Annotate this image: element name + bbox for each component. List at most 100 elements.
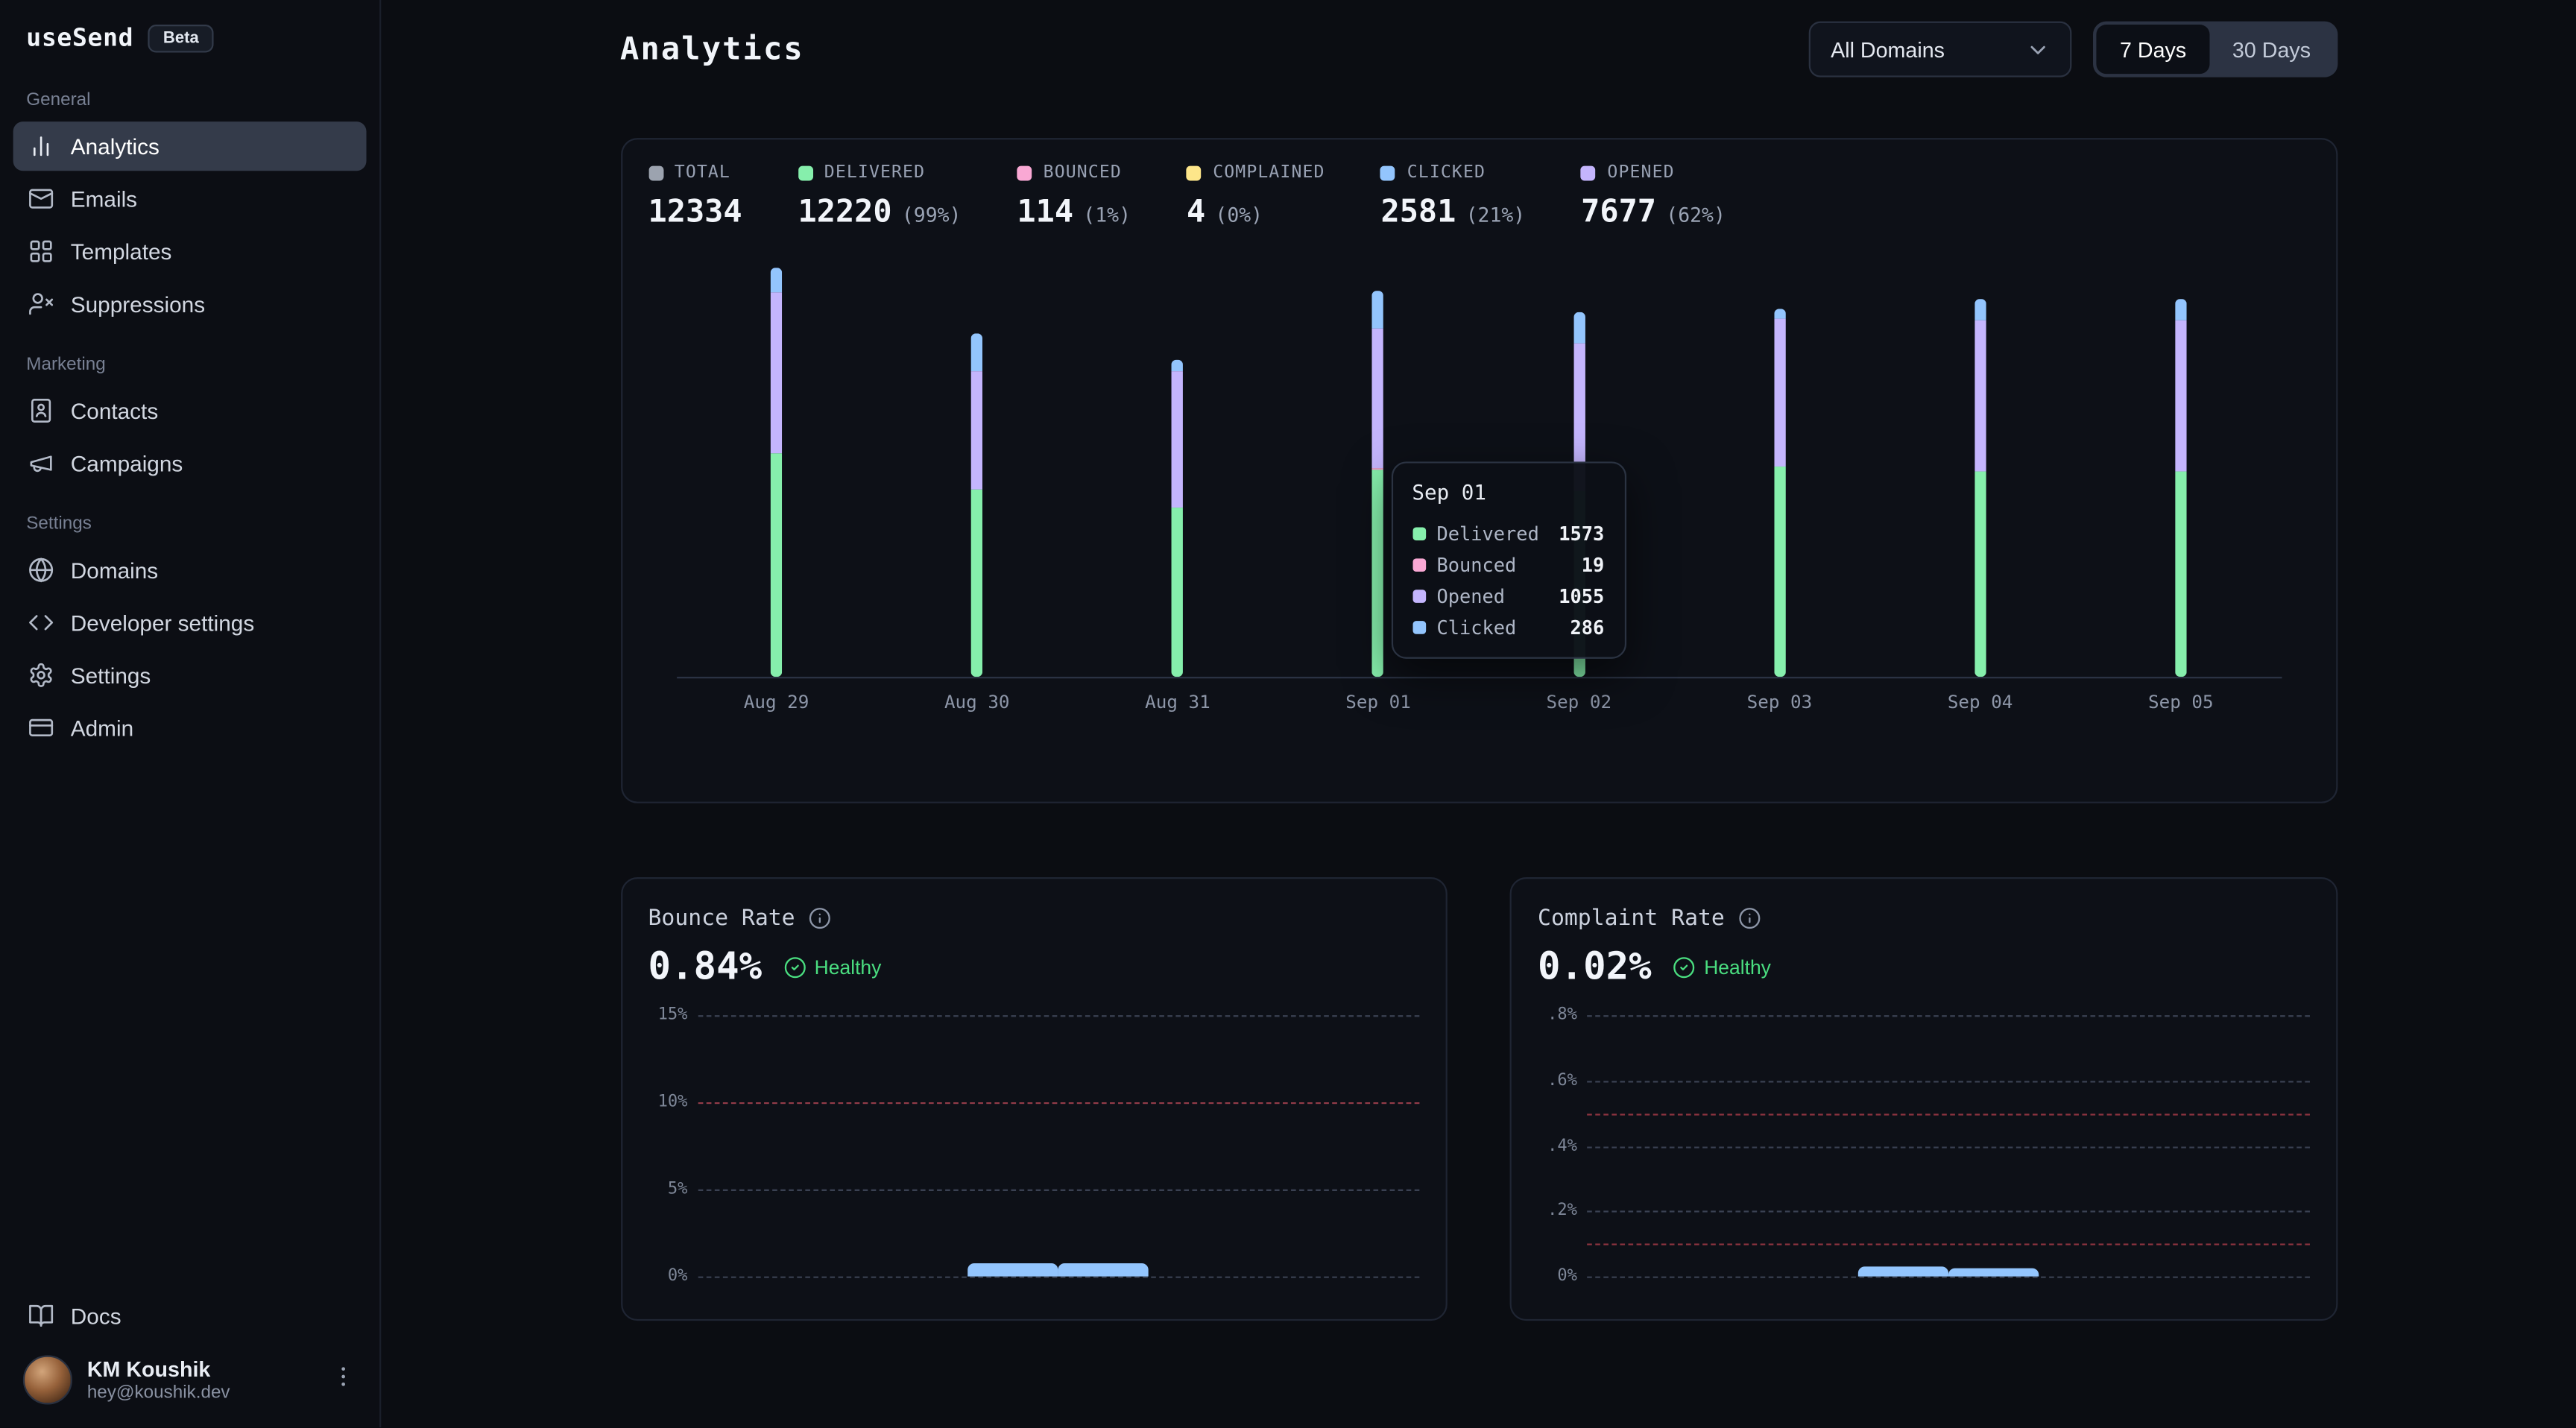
rate-bars xyxy=(698,1015,1420,1276)
tooltip-row: Opened1055 xyxy=(1412,580,1604,611)
y-tick-label: 0% xyxy=(648,1267,688,1285)
rate-bar-sep-01[interactable] xyxy=(1857,1266,1948,1276)
sidebar-item-docs[interactable]: Docs xyxy=(13,1291,367,1340)
stat-opened: OPENED7677(62%) xyxy=(1581,162,1726,230)
rate-slot xyxy=(1948,1269,2039,1277)
tooltip-row: Bounced19 xyxy=(1412,549,1604,580)
contact-book-icon xyxy=(28,397,54,423)
sidebar-item-contacts[interactable]: Contacts xyxy=(13,386,367,435)
email-volume-card: TOTAL12334DELIVERED12220(99%)BOUNCED114(… xyxy=(620,138,2337,803)
sidebar-spacer xyxy=(13,754,367,1290)
sidebar-item-settings[interactable]: Settings xyxy=(13,651,367,700)
sidebar-item-developer-settings[interactable]: Developer settings xyxy=(13,598,367,647)
chart-column-aug-30[interactable] xyxy=(877,259,1077,677)
x-axis-label: Sep 03 xyxy=(1679,678,1880,713)
y-tick-label: 0% xyxy=(1538,1267,1577,1285)
sidebar-item-domains[interactable]: Domains xyxy=(13,546,367,595)
segment-clicked xyxy=(1573,313,1585,344)
sidebar-item-label: Developer settings xyxy=(71,610,254,635)
tooltip-swatch xyxy=(1412,589,1425,602)
sidebar-item-admin[interactable]: Admin xyxy=(13,703,367,752)
chart-column-sep-03[interactable] xyxy=(1679,259,1880,677)
range-30-days-button[interactable]: 30 Days xyxy=(2209,25,2334,74)
sidebar-item-emails[interactable]: Emails xyxy=(13,174,367,224)
y-tick-label: .6% xyxy=(1538,1072,1577,1090)
user-name: KM Koushik xyxy=(87,1357,230,1382)
x-axis-label: Sep 05 xyxy=(2080,678,2281,713)
x-axis-label: Sep 02 xyxy=(1479,678,1679,713)
book-open-icon xyxy=(28,1303,54,1329)
y-tick-label: .4% xyxy=(1538,1137,1577,1154)
stacked-bar xyxy=(1774,309,1785,677)
header-controls: All Domains 7 Days 30 Days xyxy=(1809,22,2337,78)
sidebar-item-suppressions[interactable]: Suppressions xyxy=(13,279,367,329)
avatar xyxy=(23,1355,72,1404)
segment-delivered xyxy=(1774,467,1785,677)
chart-tooltip: Sep 01 Delivered1573Bounced19Opened1055C… xyxy=(1391,461,1626,658)
tooltip-value: 19 xyxy=(1582,553,1605,576)
sidebar-item-label: Analytics xyxy=(71,134,160,159)
rate-bar-sep-01[interactable] xyxy=(968,1263,1058,1277)
segment-clicked xyxy=(771,268,782,292)
volume-xlabels: Aug 29Aug 30Aug 31Sep 01Sep 02Sep 03Sep … xyxy=(676,678,2281,713)
logo-row: useSend Beta xyxy=(13,19,367,66)
sidebar-item-label: Settings xyxy=(71,663,151,687)
user-texts: KM Koushik hey@koushik.dev xyxy=(87,1357,230,1403)
legend-swatch xyxy=(1187,165,1202,180)
segment-opened xyxy=(1172,372,1183,508)
stat-complained: COMPLAINED4(0%) xyxy=(1187,162,1325,230)
chart-column-aug-29[interactable] xyxy=(676,259,877,677)
id-card-icon xyxy=(28,715,54,741)
segment-clicked xyxy=(1372,291,1383,329)
domain-filter-select[interactable]: All Domains xyxy=(1809,22,2072,78)
complaint-rate-value: 0.02% xyxy=(1538,947,1652,989)
kebab-menu-icon[interactable] xyxy=(330,1362,356,1397)
gear-icon xyxy=(28,662,54,688)
range-7-days-button[interactable]: 7 Days xyxy=(2097,25,2209,74)
domain-filter-value: All Domains xyxy=(1831,37,1945,62)
chart-column-sep-04[interactable] xyxy=(1880,259,2080,677)
chart-column-aug-31[interactable] xyxy=(1077,259,1278,677)
segment-opened xyxy=(1372,329,1383,467)
sidebar-item-campaigns[interactable]: Campaigns xyxy=(13,438,367,487)
sidebar-item-label: Contacts xyxy=(71,398,158,423)
sidebar-item-label: Domains xyxy=(71,557,158,582)
rate-cards-row: Bounce Rate 0.84% Healthy 15%10%5%0% xyxy=(620,877,2337,1321)
stat-bounced: BOUNCED114(1%) xyxy=(1017,162,1131,230)
segment-clicked xyxy=(971,334,982,372)
bounce-rate-card: Bounce Rate 0.84% Healthy 15%10%5%0% xyxy=(620,877,1448,1321)
rate-bar-sep-02[interactable] xyxy=(1948,1269,2039,1277)
chart-column-sep-05[interactable] xyxy=(2080,259,2281,677)
info-icon[interactable] xyxy=(1737,907,1761,930)
segment-delivered xyxy=(2175,471,2186,677)
gridline xyxy=(1587,1277,2309,1278)
sidebar-item-analytics[interactable]: Analytics xyxy=(13,121,367,171)
rate-bars xyxy=(1587,1015,2309,1276)
info-icon[interactable] xyxy=(808,907,831,930)
page-header: Analytics All Domains 7 Days 30 Days xyxy=(620,22,2337,78)
sidebar-item-label: Emails xyxy=(71,186,137,211)
app-logo: useSend xyxy=(26,23,133,53)
tooltip-swatch xyxy=(1412,620,1425,634)
legend-swatch xyxy=(1581,165,1596,180)
date-range-toggle: 7 Days 30 Days xyxy=(2094,22,2337,78)
stacked-bar xyxy=(1372,291,1383,677)
user-menu[interactable]: KM Koushik hey@koushik.dev xyxy=(13,1342,367,1412)
x-axis-label: Aug 29 xyxy=(676,678,877,713)
beta-badge: Beta xyxy=(148,24,213,51)
y-tick-label: 10% xyxy=(648,1093,688,1111)
gridline xyxy=(698,1277,1420,1278)
mail-icon xyxy=(28,186,54,212)
code-icon xyxy=(28,610,54,636)
segment-clicked xyxy=(2175,298,2186,320)
rate-bar-sep-02[interactable] xyxy=(1058,1263,1149,1276)
sidebar-item-templates[interactable]: Templates xyxy=(13,227,367,276)
globe-icon xyxy=(28,557,54,583)
rate-slot xyxy=(1857,1266,1948,1276)
segment-delivered xyxy=(971,490,982,677)
legend-swatch xyxy=(1381,165,1396,180)
complaint-rate-card: Complaint Rate 0.02% Healthy .8%.6%.4%.2… xyxy=(1510,877,2337,1321)
segment-clicked xyxy=(1974,298,1986,320)
stacked-bar xyxy=(971,334,982,677)
tooltip-row: Delivered1573 xyxy=(1412,517,1604,549)
